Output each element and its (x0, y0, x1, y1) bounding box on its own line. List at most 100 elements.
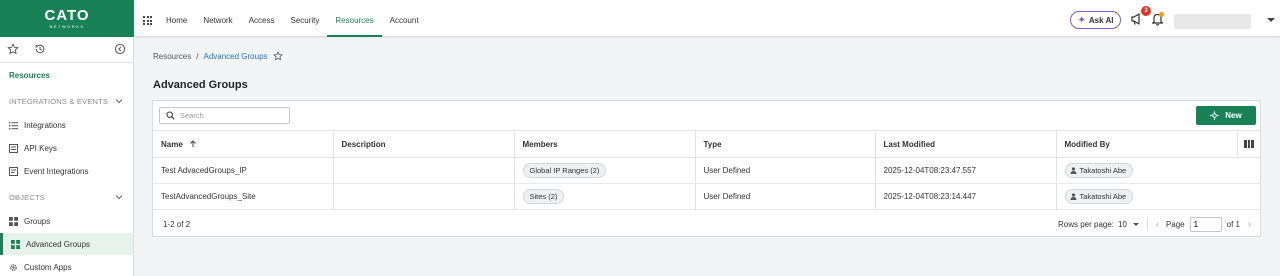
divider (1146, 218, 1148, 230)
nav-home[interactable]: Home (158, 0, 195, 37)
ask-ai-button[interactable]: ✦ Ask AI (1070, 11, 1121, 29)
cell-name[interactable]: TestAdvancedGroups_Site (153, 183, 334, 210)
new-button[interactable]: New (1196, 106, 1256, 125)
user-icon (1070, 167, 1076, 174)
cell-type: User Defined (695, 157, 876, 184)
sidebar-item-groups[interactable]: Groups (0, 210, 133, 232)
column-header-last-modified[interactable]: Last Modified (875, 130, 1057, 158)
sidebar-item-label: Event Integrations (24, 166, 89, 176)
breadcrumb-separator: / (196, 51, 199, 61)
cato-logo[interactable]: CATO NETWORKS (0, 0, 134, 37)
nav-resources[interactable]: Resources (327, 0, 382, 37)
search-icon (166, 111, 175, 120)
sidebar-item-integrations[interactable]: Integrations (0, 114, 133, 136)
user-chip: Takatoshi Abe (1064, 163, 1134, 178)
cell-description (333, 183, 515, 210)
caret-down-icon[interactable] (1267, 18, 1275, 22)
row-count: 1-2 of 2 (163, 220, 191, 229)
search-box[interactable] (159, 107, 290, 124)
page-title: Advanced Groups (153, 79, 248, 91)
grid-icon (9, 216, 18, 226)
star-icon[interactable] (7, 43, 19, 55)
cell-members: Global IP Ranges (2) (514, 157, 696, 184)
sidebar-item-advanced-groups[interactable]: Advanced Groups (0, 233, 133, 255)
sidebar: Resources INTEGRATIONS & EVENTS Integrat… (0, 37, 134, 276)
column-header-description[interactable]: Description (333, 130, 515, 158)
next-page-icon[interactable]: › (1248, 219, 1251, 229)
search-input[interactable] (180, 111, 280, 120)
chevron-down-icon[interactable] (115, 97, 123, 105)
key-doc-icon (9, 143, 18, 153)
sidebar-item-label: Groups (24, 216, 51, 226)
sparkle-icon: ✦ (1077, 14, 1086, 26)
column-settings-icon[interactable] (1244, 140, 1254, 148)
cell-description (333, 157, 515, 184)
list-icon (9, 121, 18, 129)
column-header-name[interactable]: Name (153, 130, 334, 158)
user-name: Takatoshi Abe (1079, 192, 1127, 201)
column-label: Name (161, 139, 183, 149)
cell-last-modified: 2025-12-04T08:23:47.557 (875, 157, 1057, 184)
breadcrumb-root[interactable]: Resources (153, 52, 191, 61)
add-icon (1210, 111, 1220, 120)
notification-count-badge: 3 (1141, 6, 1151, 16)
cell-name[interactable]: Test AdvacedGroups_IP (153, 157, 334, 184)
column-header-type[interactable]: Type (695, 130, 876, 158)
rows-per-page-select[interactable]: 10 (1118, 220, 1139, 229)
apps-grid-icon[interactable] (143, 16, 152, 25)
top-bar: Home Network Access Security Resources A… (134, 0, 1280, 37)
doc-icon (9, 166, 18, 176)
history-icon[interactable] (34, 43, 46, 55)
grid-icon (11, 239, 20, 249)
cell-members: Sites (2) (514, 183, 696, 210)
table-header-row: Name Description Members Type Last Modif… (153, 130, 1260, 158)
logo-brand: CATO (44, 7, 90, 24)
collapse-sidebar-icon[interactable] (114, 43, 126, 55)
sidebar-toolbar (0, 37, 133, 63)
section-objects[interactable]: OBJECTS (9, 193, 45, 202)
chevron-down-icon[interactable] (115, 193, 123, 201)
sidebar-item-custom-apps[interactable]: Custom Apps (0, 256, 133, 276)
sidebar-item-api-keys[interactable]: API Keys (0, 137, 133, 159)
favorite-star-icon[interactable] (272, 51, 283, 61)
sidebar-current-section[interactable]: Resources (9, 71, 50, 80)
nav-account[interactable]: Account (382, 0, 427, 37)
main-nav: Home Network Access Security Resources A… (158, 0, 427, 37)
rows-per-page-label: Rows per page: (1058, 219, 1115, 229)
table-row[interactable]: TestAdvancedGroups_Site Sites (2) User D… (153, 183, 1260, 210)
ask-ai-label: Ask AI (1088, 15, 1114, 25)
nav-security[interactable]: Security (282, 0, 327, 37)
user-chip: Takatoshi Abe (1064, 189, 1134, 204)
previous-page-icon[interactable]: ‹ (1156, 219, 1159, 229)
nav-access[interactable]: Access (241, 0, 283, 37)
cell-type: User Defined (695, 183, 876, 210)
sidebar-item-event-integrations[interactable]: Event Integrations (0, 160, 133, 182)
column-header-modified-by[interactable]: Modified By (1056, 130, 1238, 158)
caret-down-icon (1132, 222, 1139, 226)
sidebar-item-label: Custom Apps (24, 262, 72, 272)
user-account-menu[interactable] (1174, 14, 1251, 29)
page-label: Page (1165, 219, 1185, 229)
cell-modified-by: Takatoshi Abe (1056, 183, 1260, 210)
user-name: Takatoshi Abe (1079, 166, 1127, 175)
table-row[interactable]: Test AdvacedGroups_IP Global IP Ranges (… (153, 157, 1260, 184)
section-integrations-events[interactable]: INTEGRATIONS & EVENTS (9, 97, 108, 106)
page-of-label: of 1 (1226, 219, 1240, 229)
sidebar-item-label: API Keys (24, 143, 57, 153)
sort-ascending-icon[interactable] (189, 139, 197, 148)
rows-per-page-value: 10 (1118, 219, 1127, 229)
gear-icon (10, 263, 17, 271)
members-chip[interactable]: Global IP Ranges (2) (522, 163, 607, 178)
sidebar-item-label: Advanced Groups (26, 239, 91, 249)
groups-table: Name Description Members Type Last Modif… (153, 130, 1260, 210)
members-chip[interactable]: Sites (2) (522, 189, 565, 204)
bell-alert-dot (1159, 12, 1164, 17)
breadcrumb-current[interactable]: Advanced Groups (203, 52, 267, 61)
breadcrumb: Resources / Advanced Groups (153, 51, 283, 61)
nav-network[interactable]: Network (195, 0, 240, 37)
new-button-label: New (1225, 111, 1242, 120)
cell-last-modified: 2025-12-04T08:23:14.447 (875, 183, 1057, 210)
groups-table-panel: New Name Description Members Type Last M… (152, 100, 1261, 237)
page-number-input[interactable] (1189, 216, 1222, 232)
column-header-members[interactable]: Members (514, 130, 696, 158)
